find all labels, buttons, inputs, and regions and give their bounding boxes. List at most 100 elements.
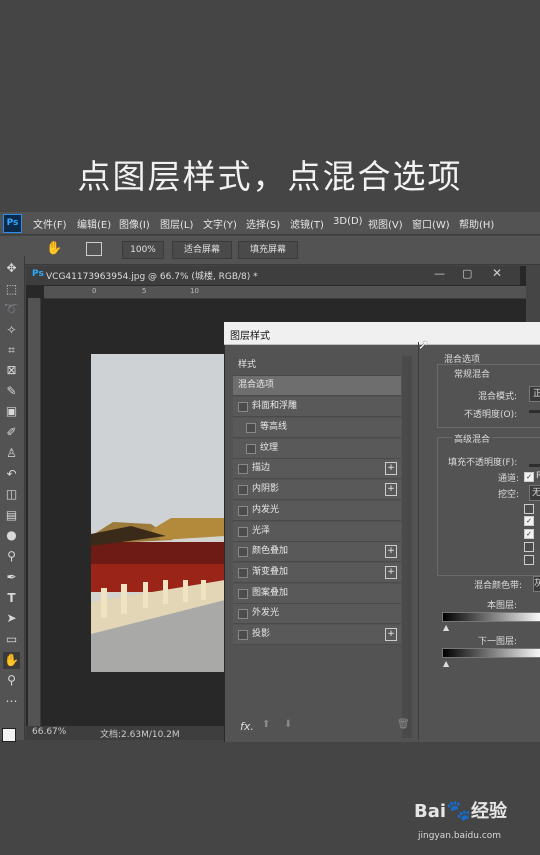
eyedropper-tool-icon[interactable]: ✎ [3,383,20,400]
menu-image[interactable]: 图像(I) [119,216,150,231]
style-checkbox[interactable] [238,547,248,557]
style-checkbox[interactable] [238,464,248,474]
crop-tool-icon[interactable]: ⌗ [3,342,20,359]
style-outer-glow[interactable]: 外发光 [233,604,401,624]
add-drop-shadow-plus-icon[interactable]: + [385,628,397,641]
underlying-black-handle-icon[interactable]: ▲ [443,659,449,668]
layer-mask-hides-checkbox[interactable] [524,542,534,552]
style-inner-glow[interactable]: 内发光 [233,501,401,521]
path-selection-tool-icon[interactable]: ➤ [3,610,20,627]
style-checkbox[interactable] [238,589,248,599]
blend-if-select[interactable]: 灰 [533,576,540,592]
opacity-label: 不透明度(O): [464,410,518,420]
style-checkbox[interactable] [238,506,248,516]
gradient-tool-icon[interactable]: ▤ [3,507,20,524]
style-label: 描边 [252,463,271,473]
style-satin[interactable]: 光泽 [233,522,401,542]
menu-help[interactable]: 帮助(H) [459,216,494,231]
rectangle-tool-icon[interactable]: ▭ [3,631,20,648]
style-stroke[interactable]: 描边 + [233,459,401,479]
menu-filter[interactable]: 滤镜(T) [290,216,324,231]
transparency-shapes-checkbox[interactable]: ✓ [524,529,534,539]
underlying-layer-gradient-slider[interactable] [442,648,540,658]
hand-tool-option-icon[interactable]: ✋ [46,241,62,256]
ruler-tick-label: 5 [142,287,147,295]
this-layer-black-handle-icon[interactable]: ▲ [443,623,449,632]
blend-clipped-checkbox[interactable]: ✓ [524,516,534,526]
zoom-100-button[interactable]: 100% [122,241,164,259]
menu-file[interactable]: 文件(F) [33,216,67,231]
style-checkbox[interactable] [238,609,248,619]
move-tool-icon[interactable]: ✥ [3,260,20,277]
trash-icon[interactable]: 🗑 [397,719,410,730]
hand-tool-icon[interactable]: ✋ [3,652,20,669]
fill-screen-button[interactable]: 填充屏幕 [238,241,298,259]
blur-tool-icon[interactable]: ● [3,527,20,544]
scroll-all-windows-icon[interactable] [86,242,102,256]
magic-wand-tool-icon[interactable]: ✧ [3,322,20,339]
style-contour[interactable]: 等高线 [233,418,401,438]
pen-tool-icon[interactable]: ✒ [3,569,20,586]
style-list-scrollbar[interactable] [402,356,412,738]
dialog-title-bar[interactable]: 图层样式 [224,322,540,345]
channel-r-checkbox[interactable]: ✓ [524,472,534,482]
style-pattern-overlay[interactable]: 图案叠加 [233,584,401,604]
foreground-color-swatch[interactable] [2,728,16,742]
style-checkbox[interactable] [238,485,248,495]
zoom-readout[interactable]: 66.67% [32,727,66,737]
style-texture[interactable]: 纹理 [233,439,401,459]
menu-window[interactable]: 窗口(W) [412,216,450,231]
marquee-tool-icon[interactable]: ⬚ [3,281,20,298]
style-checkbox[interactable] [246,423,256,433]
menu-layer[interactable]: 图层(L) [160,216,193,231]
style-color-overlay[interactable]: 颜色叠加 + [233,542,401,562]
style-bevel-emboss[interactable]: 斜面和浮雕 [233,397,401,417]
style-checkbox[interactable] [246,444,256,454]
lasso-tool-icon[interactable]: ➰ [3,301,20,318]
menu-view[interactable]: 视图(V) [368,216,403,231]
style-inner-shadow[interactable]: 内阴影 + [233,480,401,500]
style-checkbox[interactable] [238,527,248,537]
this-layer-gradient-slider[interactable] [442,612,540,622]
fx-menu-icon[interactable]: fx. [240,720,254,733]
menu-edit[interactable]: 编辑(E) [77,216,111,231]
minimize-window-icon[interactable]: — [434,267,445,280]
add-color-overlay-plus-icon[interactable]: + [385,545,397,558]
fill-opacity-slider[interactable] [529,464,540,467]
clone-stamp-tool-icon[interactable]: ♙ [3,445,20,462]
vector-mask-hides-checkbox[interactable] [524,555,534,565]
style-blending-options[interactable]: 混合选项 [233,376,401,396]
knockout-select[interactable]: 无 [529,485,540,501]
menu-type[interactable]: 文字(Y) [203,216,237,231]
move-down-icon[interactable]: ⬇ [284,719,292,730]
document-tab[interactable]: Ps VCG41173963954.jpg @ 66.7% (城楼, RGB/8… [26,266,520,286]
fit-screen-button[interactable]: 适合屏幕 [172,241,232,259]
style-checkbox[interactable] [238,402,248,412]
maximize-window-icon[interactable]: ▢ [462,267,472,280]
blend-interior-checkbox[interactable] [524,504,534,514]
eraser-tool-icon[interactable]: ◫ [3,486,20,503]
style-drop-shadow[interactable]: 投影 + [233,625,401,645]
move-up-icon[interactable]: ⬆ [262,719,270,730]
menu-select[interactable]: 选择(S) [246,216,280,231]
brush-tool-icon[interactable]: ✐ [3,424,20,441]
opacity-slider[interactable] [529,410,540,413]
close-window-icon[interactable]: ✕ [492,266,502,280]
history-brush-tool-icon[interactable]: ↶ [3,466,20,483]
blend-mode-select[interactable]: 正 [529,386,540,402]
add-stroke-plus-icon[interactable]: + [385,462,397,475]
type-tool-icon[interactable]: T [3,590,20,607]
more-tools-icon[interactable]: ⋯ [3,693,20,710]
zoom-tool-icon[interactable]: ⚲ [3,672,20,689]
watermark-brand: Bai [414,801,447,822]
frame-tool-icon[interactable]: ⊠ [3,362,20,379]
dodge-tool-icon[interactable]: ⚲ [3,548,20,565]
style-checkbox[interactable] [238,630,248,640]
style-gradient-overlay[interactable]: 渐变叠加 + [233,563,401,583]
add-inner-shadow-plus-icon[interactable]: + [385,483,397,496]
menu-3d[interactable]: 3D(D) [333,216,363,227]
style-checkbox[interactable] [238,568,248,578]
healing-brush-tool-icon[interactable]: ▣ [3,403,20,420]
mouse-cursor-icon: ➚ [418,338,429,353]
add-gradient-overlay-plus-icon[interactable]: + [385,566,397,579]
